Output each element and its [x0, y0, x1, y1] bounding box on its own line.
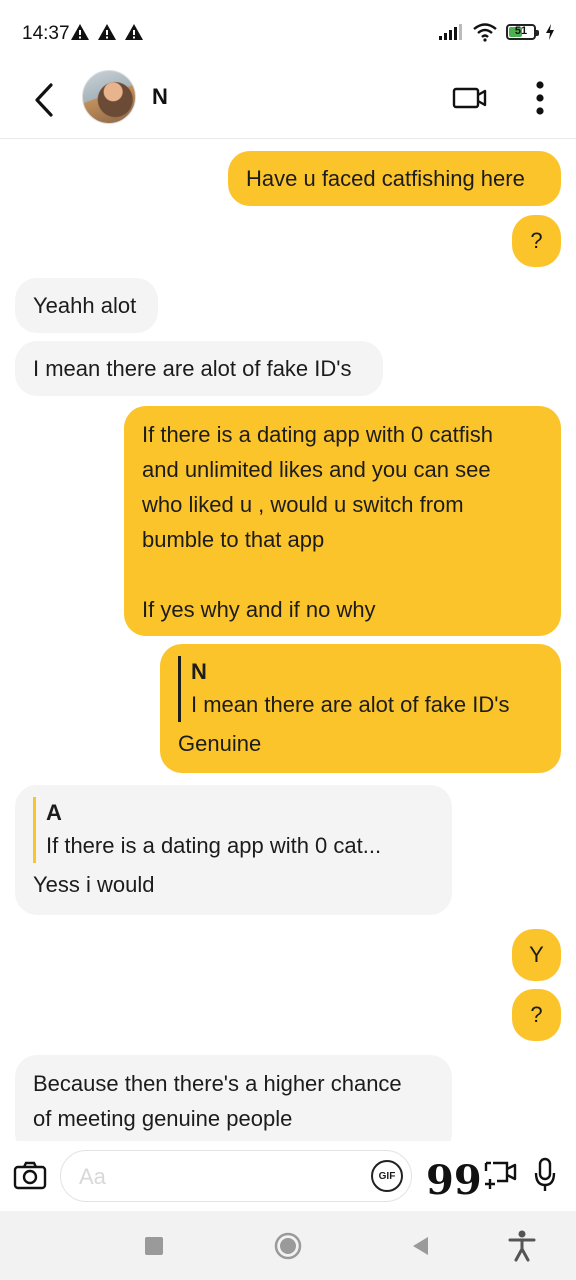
- recents-button[interactable]: [139, 1231, 169, 1261]
- microphone-icon: [534, 1157, 556, 1191]
- triangle-back-icon: [413, 1237, 428, 1255]
- message-text: Y: [529, 942, 544, 967]
- quoted-sender: A: [46, 800, 62, 825]
- video-camera-icon: [452, 87, 487, 109]
- message-incoming[interactable]: I mean there are alot of fake ID's: [15, 341, 383, 396]
- message-outgoing[interactable]: If there is a dating app with 0 catfish …: [124, 406, 561, 636]
- system-nav-bar: [0, 1211, 576, 1280]
- message-list[interactable]: Have u faced catfishing here ? Yeahh alo…: [0, 139, 576, 1141]
- message-line: of meeting genuine people: [33, 1106, 293, 1131]
- signal-icon: [439, 24, 462, 40]
- message-incoming-reply[interactable]: A If there is a dating app with 0 cat...…: [15, 785, 452, 915]
- chat-header: N: [0, 66, 576, 139]
- message-line: [142, 557, 543, 592]
- message-line: If there is a dating app with 0 catfish: [142, 422, 493, 447]
- square-icon: [145, 1237, 163, 1255]
- message-outgoing[interactable]: Have u faced catfishing here: [228, 151, 561, 206]
- message-line: Because then there's a higher chance: [33, 1071, 402, 1096]
- home-circle-icon: [274, 1232, 302, 1260]
- message-input-wrapper[interactable]: GIF: [60, 1150, 412, 1202]
- message-outgoing[interactable]: Y: [512, 929, 561, 981]
- wifi-icon: [473, 23, 497, 42]
- message-line: bumble to that app: [142, 527, 325, 552]
- message-text: Genuine: [178, 731, 262, 756]
- message-text: Yess i would: [33, 872, 155, 897]
- warning-icon: [71, 24, 89, 40]
- home-button[interactable]: [273, 1231, 303, 1261]
- message-outgoing[interactable]: ?: [512, 215, 561, 267]
- message-incoming[interactable]: Yeahh alot: [15, 278, 158, 333]
- quoted-sender: N: [191, 659, 207, 684]
- back-nav-button[interactable]: [405, 1231, 435, 1261]
- accessibility-button[interactable]: [507, 1230, 537, 1262]
- message-outgoing[interactable]: ?: [512, 989, 561, 1041]
- message-input[interactable]: [77, 1161, 351, 1193]
- more-options-button[interactable]: [524, 74, 556, 122]
- message-text: Yeahh alot: [33, 293, 137, 318]
- message-text: I mean there are alot of fake ID's: [33, 356, 352, 381]
- warning-icon: [98, 24, 116, 40]
- status-bar: 14:37 51: [0, 0, 576, 66]
- accessibility-icon: [508, 1230, 536, 1262]
- message-line: If yes why and if no why: [142, 597, 376, 622]
- quoted-reply[interactable]: N I mean there are alot of fake ID's: [178, 656, 543, 722]
- quoted-text: I mean there are alot of fake ID's: [191, 692, 510, 717]
- camera-icon: [13, 1161, 47, 1190]
- message-text: Have u faced catfishing here: [246, 166, 525, 191]
- back-button[interactable]: [24, 78, 64, 122]
- more-vertical-icon: [536, 81, 544, 115]
- quote-icon[interactable]: 99: [426, 1155, 482, 1204]
- quoted-text: If there is a dating app with 0 cat...: [46, 833, 382, 858]
- charging-icon: [546, 24, 554, 40]
- microphone-button[interactable]: [530, 1155, 560, 1195]
- notification-icons: [70, 22, 144, 42]
- system-icons: 51: [438, 22, 556, 42]
- message-line: and unlimited likes and you can see: [142, 457, 491, 482]
- video-add-icon: [484, 1161, 517, 1189]
- video-note-button[interactable]: [482, 1157, 520, 1193]
- gif-button[interactable]: GIF: [371, 1160, 403, 1192]
- message-outgoing-reply[interactable]: N I mean there are alot of fake ID's Gen…: [160, 644, 561, 773]
- contact-avatar[interactable]: [82, 70, 136, 124]
- contact-name[interactable]: N: [152, 84, 168, 110]
- quoted-reply[interactable]: A If there is a dating app with 0 cat...: [33, 797, 434, 863]
- message-text: ?: [530, 1002, 543, 1027]
- message-incoming[interactable]: Because then there's a higher chance of …: [15, 1055, 452, 1141]
- battery-indicator: 51: [506, 24, 539, 40]
- message-text: ?: [530, 228, 543, 253]
- status-time: 14:37: [22, 23, 70, 44]
- gif-label: GIF: [378, 1170, 396, 1182]
- composer-bar: GIF 99: [0, 1141, 576, 1211]
- message-line: who liked u , would u switch from: [142, 492, 464, 517]
- camera-button[interactable]: [12, 1157, 48, 1193]
- battery-level: 51: [514, 25, 528, 37]
- chevron-left-icon: [35, 83, 53, 117]
- video-call-button[interactable]: [450, 80, 490, 116]
- warning-icon: [125, 24, 143, 40]
